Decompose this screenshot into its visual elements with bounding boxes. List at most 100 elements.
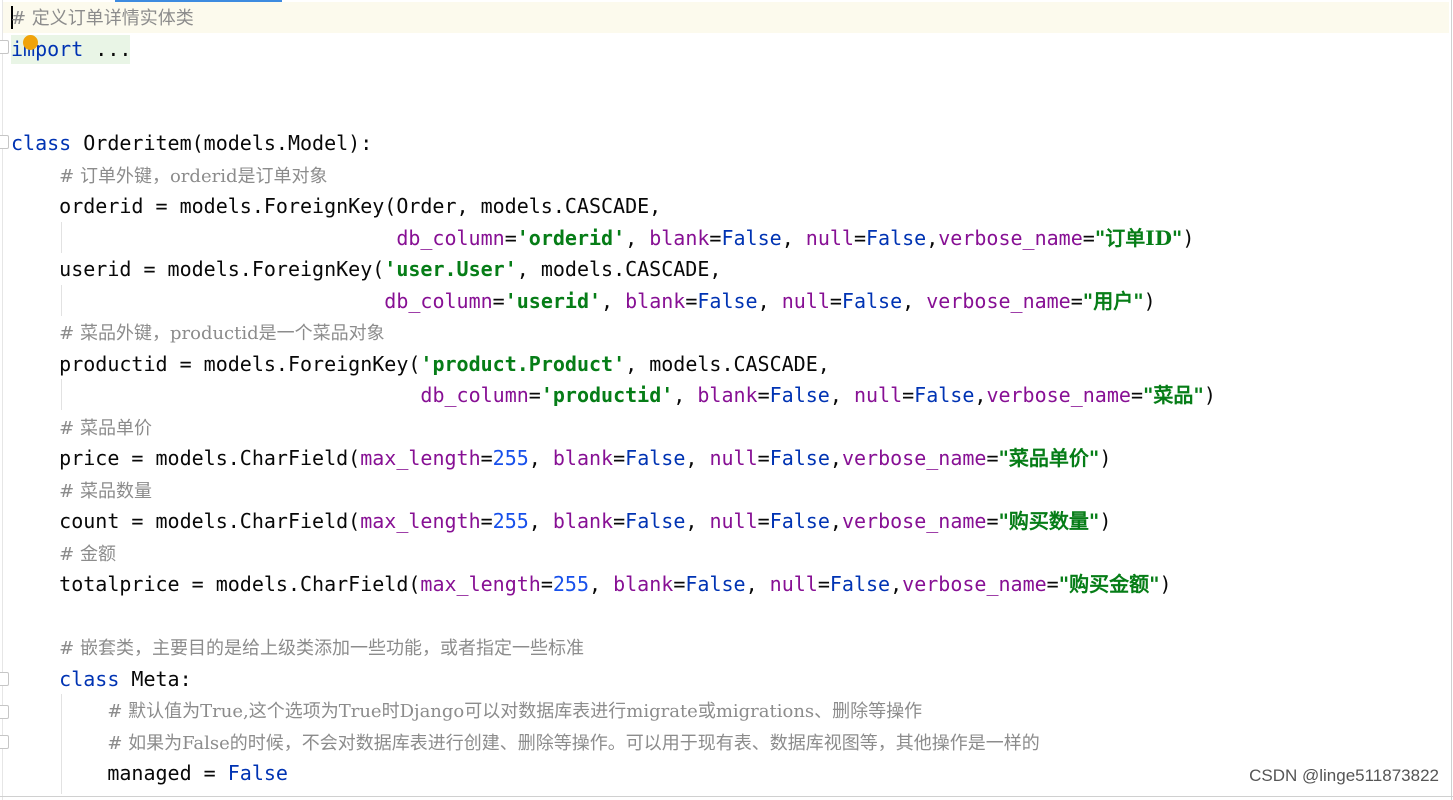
code-token: 'product.Product': [420, 351, 626, 376]
code-token: ): [1159, 572, 1172, 596]
code-token: blank: [625, 288, 686, 313]
code-line: class Meta:: [11, 664, 192, 695]
code-token: =: [1046, 572, 1059, 596]
code-line: db_column='productid', blank=False, null…: [11, 380, 1215, 411]
code-line: # 菜品外键，productid是一个菜品对象: [11, 317, 384, 348]
code-token: False: [227, 761, 288, 785]
code-line: price = models.CharField(max_length=255,…: [11, 443, 1111, 474]
code-line: # 菜品单价: [11, 412, 152, 443]
code-token: ,: [589, 572, 614, 596]
code-token: 'user.User': [384, 257, 517, 281]
code-line: orderid = models.ForeignKey(Order, model…: [11, 191, 661, 222]
fold-toggle-icon[interactable]: [0, 735, 9, 749]
fold-toggle-icon[interactable]: [0, 40, 9, 54]
code-token: =: [986, 446, 999, 470]
code-token: # 如果为False的时候，不会对数据库表进行创建、删除等操作。可以用于现有表、…: [107, 732, 1040, 754]
code-token: 255: [492, 509, 529, 533]
code-token: db_column: [396, 225, 505, 250]
code-token: # 嵌套类，主要目的是给上级类添加一些功能，或者指定一些标准: [59, 638, 584, 659]
fold-toggle-icon[interactable]: [0, 135, 9, 149]
code-token: userid = models.ForeignKey(: [11, 257, 385, 281]
code-token: import: [11, 36, 84, 61]
code-token: count = models.CharField(: [11, 509, 361, 533]
code-token: False: [625, 446, 686, 470]
code-token: False: [841, 288, 903, 313]
code-token: null: [709, 509, 758, 533]
code-line: # 菜品数量: [11, 475, 152, 506]
code-token: 'userid': [504, 288, 602, 313]
code-token: verbose_name: [902, 572, 1047, 596]
code-token: blank: [552, 446, 614, 470]
code-line: totalprice = models.CharField(max_length…: [11, 569, 1172, 600]
code-token: ,: [829, 383, 854, 407]
code-token: ): [1182, 225, 1195, 250]
code-token: blank: [552, 509, 614, 533]
code-line: # 如果为False的时候，不会对数据库表进行创建、删除等操作。可以用于现有表、…: [11, 727, 1040, 758]
code-token: max_length: [360, 509, 481, 533]
code-token: =: [492, 288, 505, 313]
code-token: =: [504, 225, 517, 250]
code-token: # 菜品单价: [59, 417, 152, 439]
code-token: null: [769, 572, 818, 596]
caret-line-highlight: [3, 2, 1449, 33]
code-token: =: [480, 446, 493, 470]
code-line: productid = models.ForeignKey('product.P…: [11, 349, 830, 380]
code-token: =: [1130, 383, 1143, 407]
code-token: "购买金额": [1058, 572, 1160, 596]
code-token: class: [59, 666, 120, 691]
code-editor[interactable]: # 定义订单详情实体类 import ... class Orderitem(mod…: [0, 0, 1453, 800]
code-token: =: [986, 509, 999, 533]
code-token: totalprice = models.CharField(: [11, 572, 421, 596]
code-token: 'productid': [540, 383, 674, 407]
code-token: =: [1070, 288, 1083, 313]
code-line: managed = False: [11, 758, 288, 789]
code-token: orderid = models.ForeignKey(Order, model…: [11, 194, 662, 218]
code-token: # 菜品数量: [59, 480, 152, 502]
code-token: blank: [649, 225, 710, 250]
frame-border-right: [1451, 0, 1452, 800]
code-line: # 金额: [11, 538, 116, 569]
code-token: price = models.CharField(: [11, 446, 361, 470]
frame-border-bottom: [0, 796, 1453, 797]
code-token: , models.CASCADE,: [625, 351, 830, 376]
code-token: "购买数量": [998, 509, 1100, 533]
code-line: db_column='userid', blank=False, null=Fa…: [11, 286, 1155, 317]
code-token: ,: [673, 383, 698, 407]
code-token: ,: [685, 509, 710, 533]
code-token: ): [1099, 446, 1112, 470]
code-token: False: [625, 509, 686, 533]
code-token: =: [709, 225, 722, 250]
code-token: ,: [528, 509, 553, 533]
code-token: ,: [625, 225, 650, 250]
code-token: =: [757, 383, 770, 407]
code-token: # 订单外键，orderid是订单对象: [59, 165, 328, 187]
fold-toggle-icon[interactable]: [0, 672, 9, 686]
code-token: =: [528, 383, 541, 407]
code-token: null: [853, 383, 903, 407]
code-token: max_length: [360, 446, 481, 470]
fold-toggle-icon[interactable]: [0, 705, 9, 719]
code-token: False: [685, 572, 746, 596]
code-token: False: [914, 383, 975, 407]
code-token: null: [805, 225, 854, 250]
code-token: ,: [601, 288, 626, 313]
code-token: verbose_name: [938, 225, 1083, 250]
code-token: max_length: [420, 572, 541, 596]
code-token: Meta:: [119, 666, 192, 691]
code-token: =: [829, 288, 842, 313]
code-token: =: [902, 383, 915, 407]
code-token: =: [1082, 225, 1095, 250]
code-token: "菜品单价": [998, 446, 1100, 470]
code-token: =: [673, 572, 686, 596]
code-token: blank: [697, 383, 758, 407]
code-line: # 订单外键，orderid是订单对象: [11, 160, 327, 191]
intention-bulb-icon[interactable]: [23, 35, 38, 50]
code-line: class Orderitem(models.Model):: [11, 128, 372, 159]
code-line: # 嵌套类，主要目的是给上级类添加一些功能，或者指定一些标准: [11, 632, 584, 663]
code-line: db_column='orderid', blank=False, null=F…: [11, 223, 1194, 254]
